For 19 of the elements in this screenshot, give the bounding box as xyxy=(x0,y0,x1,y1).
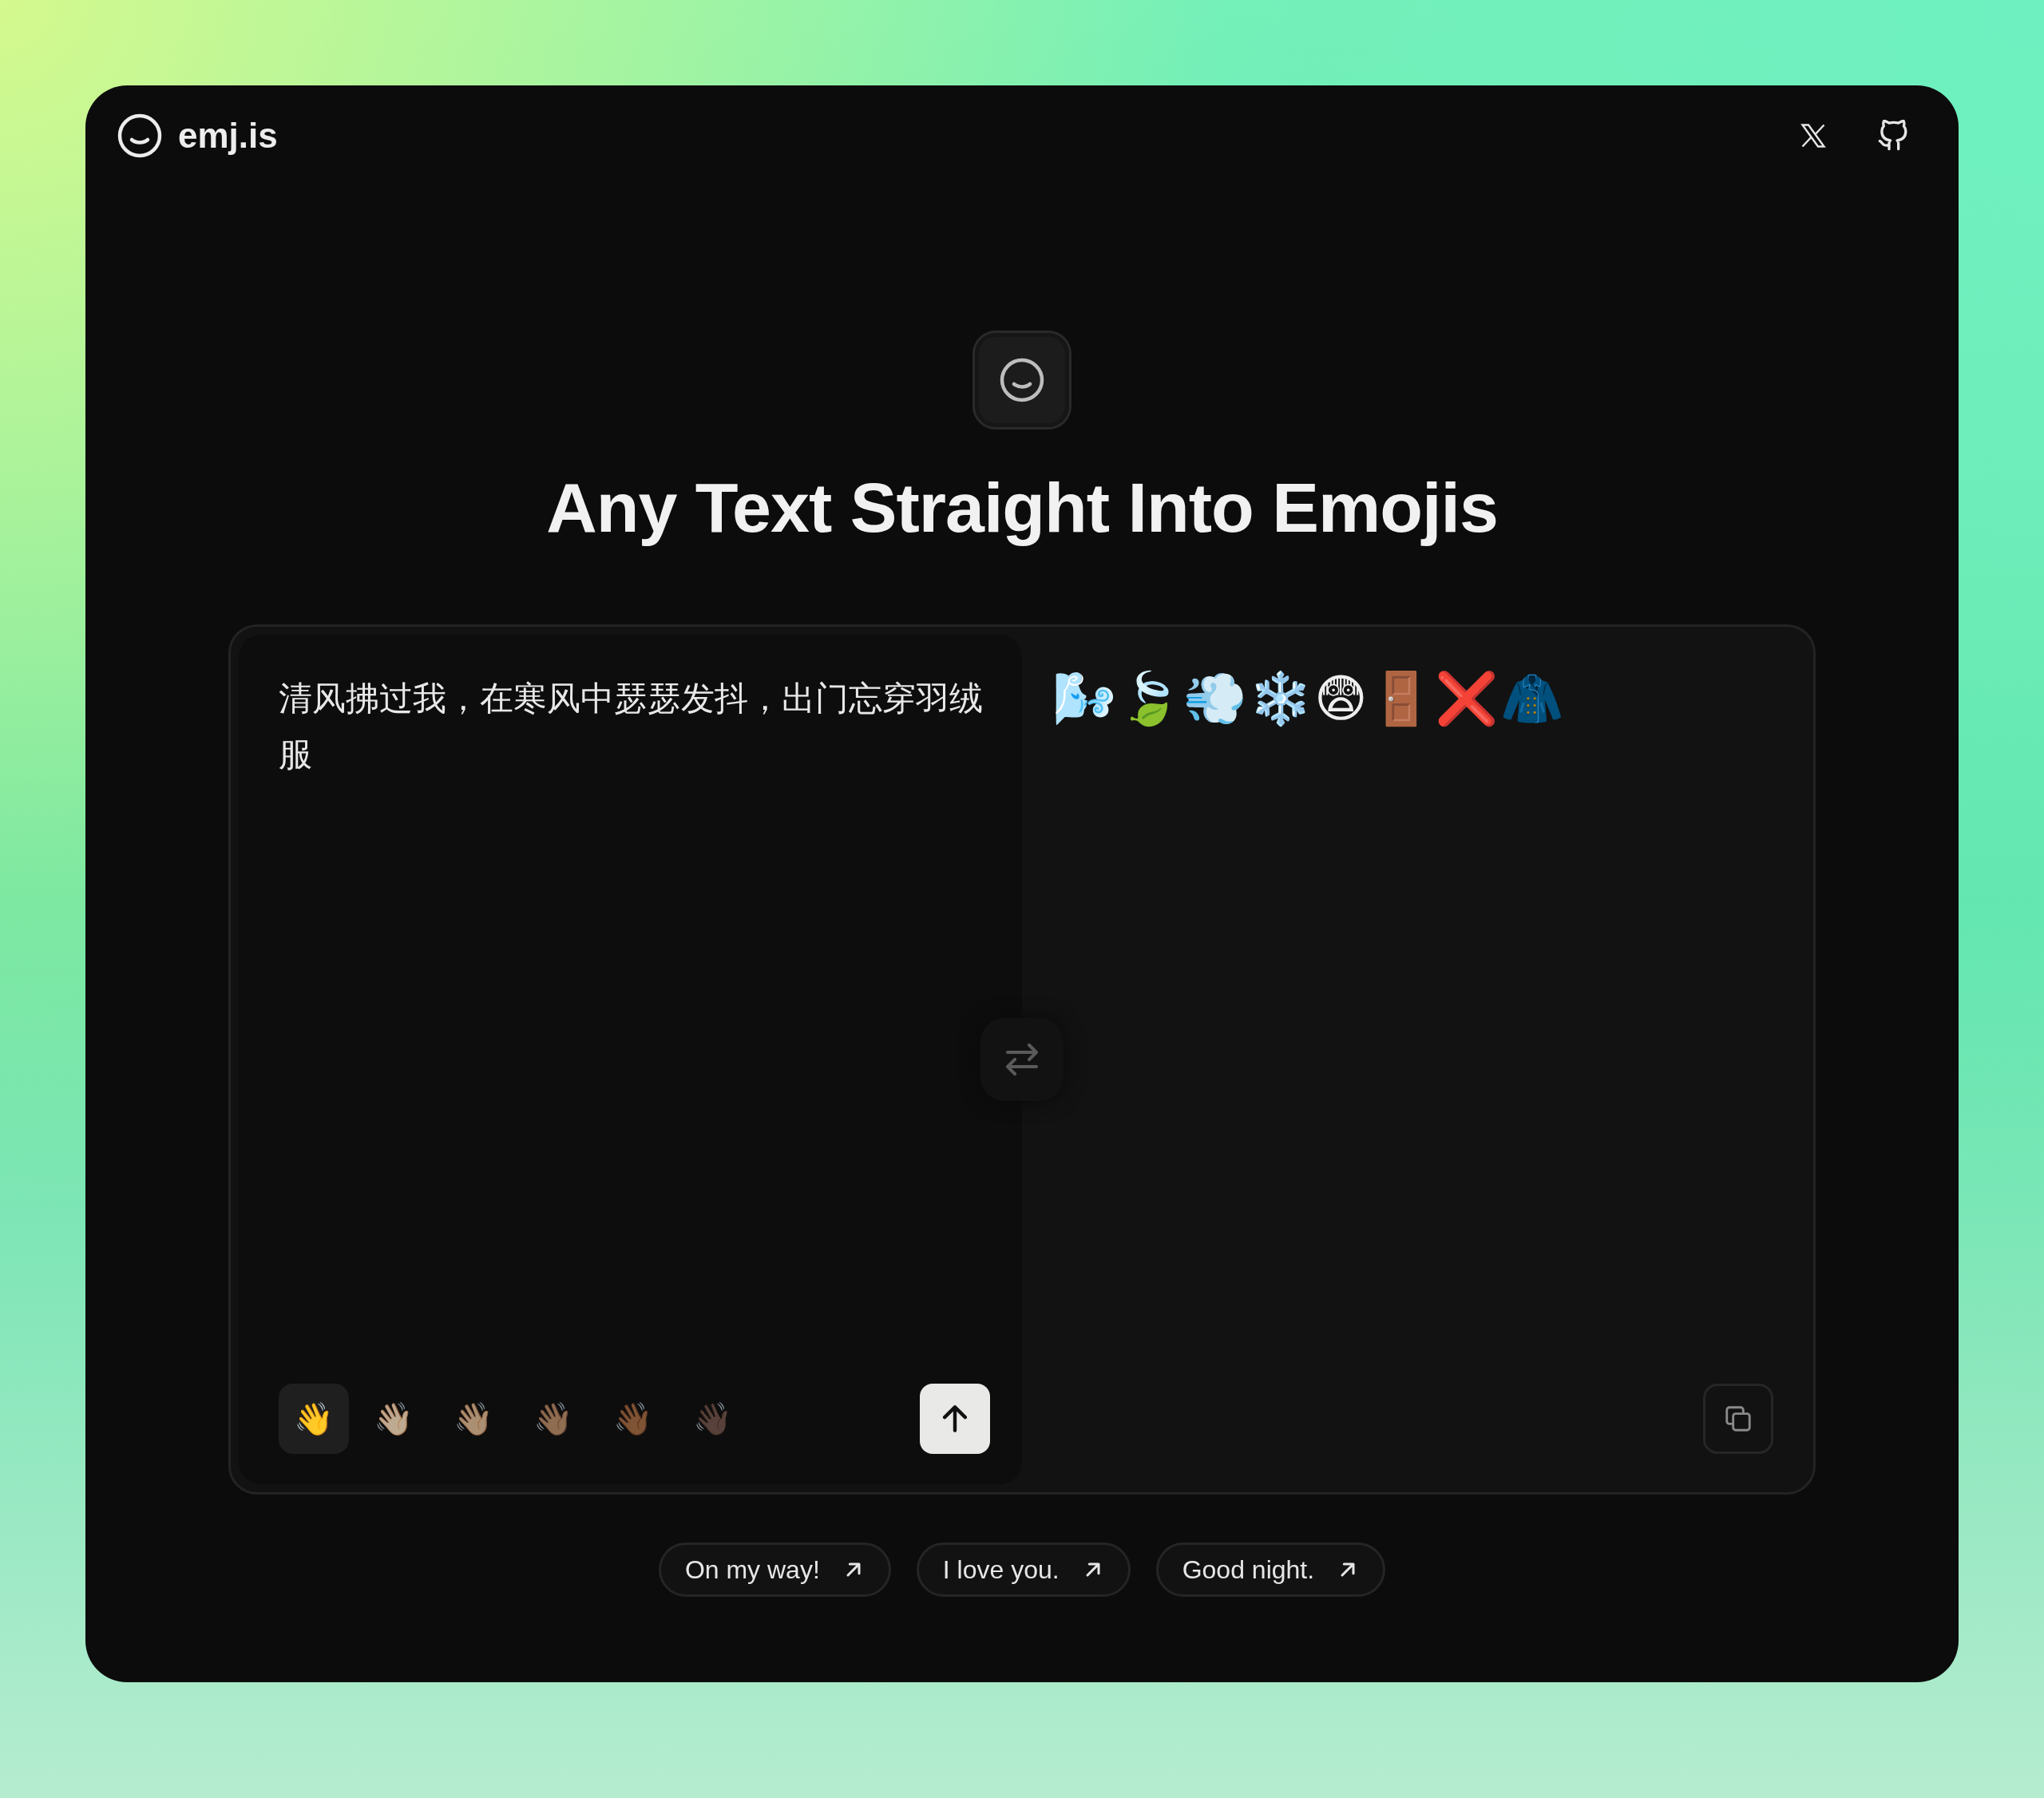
suggestion-chip[interactable]: Good night. xyxy=(1155,1543,1386,1597)
skin-tone-option[interactable]: 👋🏾 xyxy=(598,1384,668,1454)
skin-tone-option[interactable]: 👋🏽 xyxy=(518,1384,588,1454)
copy-icon xyxy=(1723,1404,1753,1434)
brand-name: emj.is xyxy=(178,115,278,156)
copy-button[interactable] xyxy=(1703,1384,1773,1454)
skin-tone-option[interactable]: 👋🏼 xyxy=(438,1384,509,1454)
input-text[interactable]: 清风拂过我，在寒风中瑟瑟发抖，出门忘穿羽绒服 xyxy=(279,671,990,1384)
text-input-area[interactable]: 清风拂过我，在寒风中瑟瑟发抖，出门忘穿羽绒服 👋 👋🏻 👋🏼 👋🏽 👋🏾 👋🏿 xyxy=(239,635,1022,1484)
github-logo-icon xyxy=(1877,119,1909,152)
suggestion-chip[interactable]: On my way! xyxy=(658,1543,891,1597)
skin-tone-option[interactable]: 👋🏻 xyxy=(358,1384,429,1454)
smiley-icon xyxy=(998,356,1046,404)
swap-button[interactable] xyxy=(980,1018,1064,1101)
suggestion-chip[interactable]: I love you. xyxy=(916,1543,1131,1597)
skin-tone-option[interactable]: 👋 xyxy=(279,1384,349,1454)
page-title: Any Text Straight Into Emojis xyxy=(546,467,1498,549)
emoji-output: 🌬🍃💨❄😨🚪❌🧥 xyxy=(1052,669,1567,729)
send-button[interactable] xyxy=(920,1384,990,1454)
